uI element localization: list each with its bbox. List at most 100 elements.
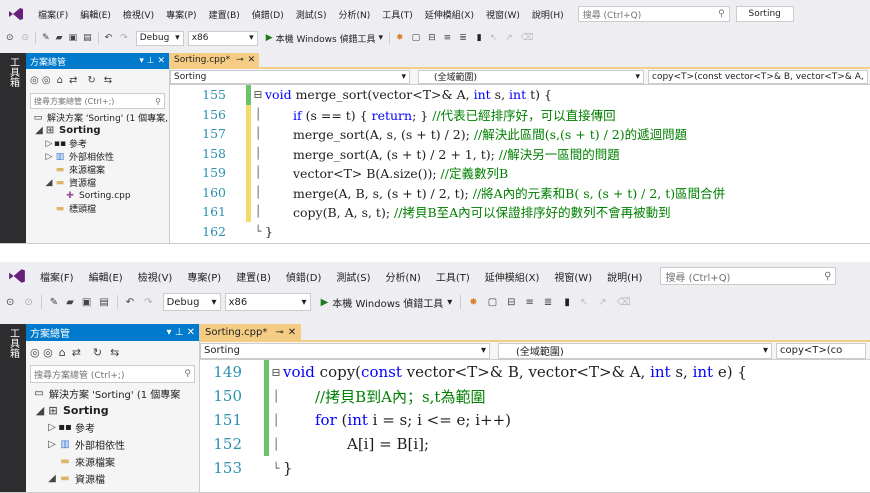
code-line[interactable]: 161 │ copy(B, A, s, t); //拷貝B至A內可以保證排序好的數列… (170, 202, 870, 222)
bookmark-prev-icon[interactable]: ↖ (580, 297, 588, 308)
save-icon[interactable]: ▣ (69, 33, 78, 43)
pin-icon[interactable]: ⊸ (236, 55, 244, 65)
collapse-icon[interactable]: ⇆ (104, 75, 112, 86)
menu-extensions[interactable]: 延伸模組(X) (485, 269, 540, 284)
home-icon[interactable]: ⌂ (57, 75, 63, 86)
bookmark-clear-icon[interactable]: ⌫ (521, 33, 534, 43)
tree-item-header-files[interactable]: ▬ 標頭檔 (26, 202, 169, 216)
code-line[interactable]: 150 │ //拷貝B到A內；s,t為範圍 (200, 384, 870, 408)
tree-item-references[interactable]: ▷ ▪▪ 參考 (26, 137, 169, 151)
scope-dropdown[interactable]: (全域範圍) ▾ (418, 69, 644, 84)
refresh-icon[interactable]: ↻ (93, 346, 102, 359)
open-file-icon[interactable]: ▰ (56, 33, 63, 43)
collapse-icon[interactable]: ⇆ (110, 346, 119, 359)
menu-build[interactable]: 建置(B) (209, 8, 240, 21)
bookmark-icon[interactable]: ▮ (477, 33, 482, 43)
tab-sorting-cpp[interactable]: Sorting.cpp* ⊸ ✕ (170, 53, 260, 67)
config-dropdown[interactable]: Debug ▾ (162, 293, 221, 311)
menu-help[interactable]: 說明(H) (532, 8, 564, 21)
undo-icon[interactable]: ↶ (105, 33, 113, 43)
close-icon[interactable]: ✕ (248, 55, 256, 65)
menu-edit[interactable]: 編輯(E) (80, 8, 111, 21)
menu-view[interactable]: 檢視(V) (123, 8, 154, 21)
code-line[interactable]: 156 │ if (s == t) { return; } //代表已經排序好，可以… (170, 104, 870, 124)
tree-item-references[interactable]: ▷ ▪▪ 參考 (26, 419, 199, 436)
expanded-icon[interactable]: ◢ (46, 473, 58, 484)
menu-debug[interactable]: 偵錯(D) (252, 8, 284, 21)
undo-icon[interactable]: ↶ (126, 297, 134, 308)
close-icon[interactable]: ✕ (288, 327, 296, 338)
member-dropdown[interactable]: copy<T>(const vector<T>& B, vector<T>& A… (648, 69, 868, 84)
bookmark-clear-icon[interactable]: ⌫ (617, 297, 631, 308)
bookmark-icon[interactable]: ▮ (564, 297, 570, 308)
pin-icon[interactable]: ⊸ (275, 327, 283, 338)
redo-icon[interactable]: ↷ (120, 33, 128, 43)
code-line[interactable]: 158 │ merge_sort(A, (s + t) / 2 + 1, t); /… (170, 143, 870, 163)
layout-icon[interactable]: ⊟ (428, 33, 436, 43)
bookmark-prev-icon[interactable]: ↖ (490, 33, 498, 43)
tree-item-project[interactable]: ◢ ⊞ Sorting (26, 402, 199, 419)
open-file-icon[interactable]: ▰ (66, 297, 74, 308)
scope-dropdown[interactable]: (全域範圍) ▾ (498, 342, 772, 359)
collapsed-icon[interactable]: ▷ (46, 439, 58, 450)
code-line[interactable]: 155 ⊟ void merge_sort(vector<T>& A, int s,… (170, 85, 870, 105)
solution-search-input[interactable]: 搜尋方案總管 (Ctrl+;) ⚲ (30, 365, 195, 383)
menu-tools[interactable]: 工具(T) (436, 269, 470, 284)
redo-icon[interactable]: ↷ (144, 297, 152, 308)
code-line[interactable]: 159 │ vector<T> B(A.size()); //定義數列B (170, 163, 870, 183)
layout-icon[interactable]: ⊟ (507, 297, 515, 308)
solution-name-badge[interactable]: Sorting (735, 6, 794, 22)
tree-item-external-dependencies[interactable]: ▷ ▥ 外部相依性 (26, 436, 199, 453)
tree-item-source-files[interactable]: ▬ 來源檔案 (26, 453, 199, 470)
code-editor[interactable]: 155 ⊟ void merge_sort(vector<T>& A, int s,… (170, 85, 870, 243)
tree-item-solution[interactable]: ▭ 解決方案 'Sorting' (1 個專案 (26, 385, 199, 402)
config-dropdown[interactable]: Debug ▾ (135, 30, 184, 46)
screenshot-icon[interactable]: ▢ (412, 33, 421, 43)
sync-icon[interactable]: ⇄ (72, 346, 81, 359)
save-all-icon[interactable]: ▤ (99, 297, 108, 308)
hot-reload-icon[interactable]: ✸ (396, 33, 404, 43)
menu-view[interactable]: 檢視(V) (138, 269, 173, 284)
menu-window[interactable]: 視窗(W) (554, 269, 592, 284)
menu-analyze[interactable]: 分析(N) (386, 269, 421, 284)
back-icon[interactable]: ◎ ◎ (30, 346, 53, 359)
menu-edit[interactable]: 編輯(E) (89, 269, 123, 284)
bookmark-next-icon[interactable]: ↗ (505, 33, 513, 43)
menu-file[interactable]: 檔案(F) (38, 8, 68, 21)
menu-help[interactable]: 說明(H) (607, 269, 642, 284)
collapsed-icon[interactable]: ▷ (46, 422, 58, 433)
menu-tools[interactable]: 工具(T) (382, 8, 413, 21)
forward-icon[interactable]: ⊙ (22, 33, 30, 43)
tree-item-external-dependencies[interactable]: ▷ ▥ 外部相依性 (26, 150, 169, 164)
back-icon[interactable]: ⊙ (6, 297, 14, 308)
menu-project[interactable]: 專案(P) (187, 269, 221, 284)
expanded-icon[interactable]: ◢ (34, 404, 46, 417)
expanded-icon[interactable]: ◢ (44, 178, 54, 188)
project-dropdown[interactable]: Sorting ▾ (200, 342, 490, 359)
member-dropdown[interactable]: copy<T>(co (776, 342, 866, 359)
screenshot-icon[interactable]: ▢ (488, 297, 497, 308)
tree-item-resource-files[interactable]: ◢ ▬ 資源檔 (26, 470, 199, 487)
tree-item-resource-files[interactable]: ◢ ▬ 資源檔 (26, 176, 169, 190)
toolbox-strip[interactable]: 工具箱 (0, 324, 26, 492)
project-dropdown[interactable]: Sorting ▾ (170, 69, 410, 84)
tree-item-source-files[interactable]: ▬ 來源檔案 (26, 163, 169, 177)
new-project-icon[interactable]: ✎ (42, 33, 50, 43)
tree-item-solution[interactable]: ▭ 解決方案 'Sorting' (1 個專案, (26, 111, 169, 125)
pin-icon[interactable]: ▾ ⊥ ✕ (167, 327, 195, 338)
back-icon[interactable]: ◎ ◎ (30, 75, 51, 86)
menu-build[interactable]: 建置(B) (236, 269, 271, 284)
tab-sorting-cpp[interactable]: Sorting.cpp* ⊸ ✕ (200, 324, 302, 340)
code-line[interactable]: 162 └} (170, 222, 870, 242)
menu-file[interactable]: 檔案(F) (40, 269, 74, 284)
hot-reload-icon[interactable]: ✸ (469, 297, 477, 308)
menu-test[interactable]: 測試(S) (296, 8, 327, 21)
collapse-icon[interactable]: ⊟ (251, 88, 265, 101)
tree-item-project[interactable]: ◢ ⊞ Sorting (26, 124, 169, 137)
menu-extensions[interactable]: 延伸模組(X) (425, 8, 474, 21)
back-icon[interactable]: ⊙ (6, 33, 14, 43)
solution-search-input[interactable]: 搜尋方案總管 (Ctrl+;) ⚲ (30, 93, 165, 109)
toolbox-strip[interactable]: 工具箱 (0, 53, 26, 243)
code-line[interactable]: 151 │ for (int i = s; i <= e; i++) (200, 408, 870, 432)
code-editor[interactable]: 149 ⊟ void copy(const vector<T>& B, vector… (200, 360, 870, 492)
